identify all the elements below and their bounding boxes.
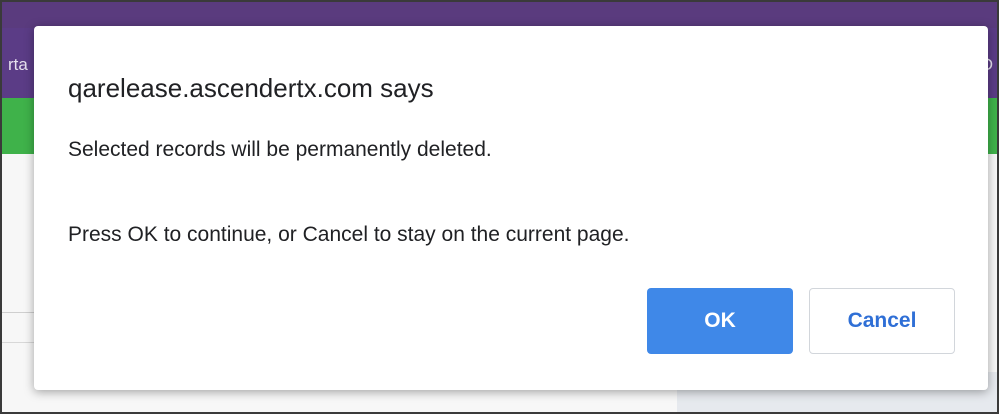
dialog-message: Selected records will be permanently del… (68, 138, 492, 161)
cancel-button[interactable]: Cancel (809, 288, 955, 354)
dialog-instruction: Press OK to continue, or Cancel to stay … (68, 223, 630, 246)
confirm-dialog: qarelease.ascendertx.com says Selected r… (34, 26, 988, 390)
background-divider (2, 342, 36, 343)
background-divider (2, 312, 36, 313)
background-top-strip (2, 2, 997, 28)
dialog-title: qarelease.ascendertx.com says (68, 73, 434, 103)
ok-button[interactable]: OK (647, 288, 793, 354)
background-nav-left-text: rta (8, 55, 28, 74)
